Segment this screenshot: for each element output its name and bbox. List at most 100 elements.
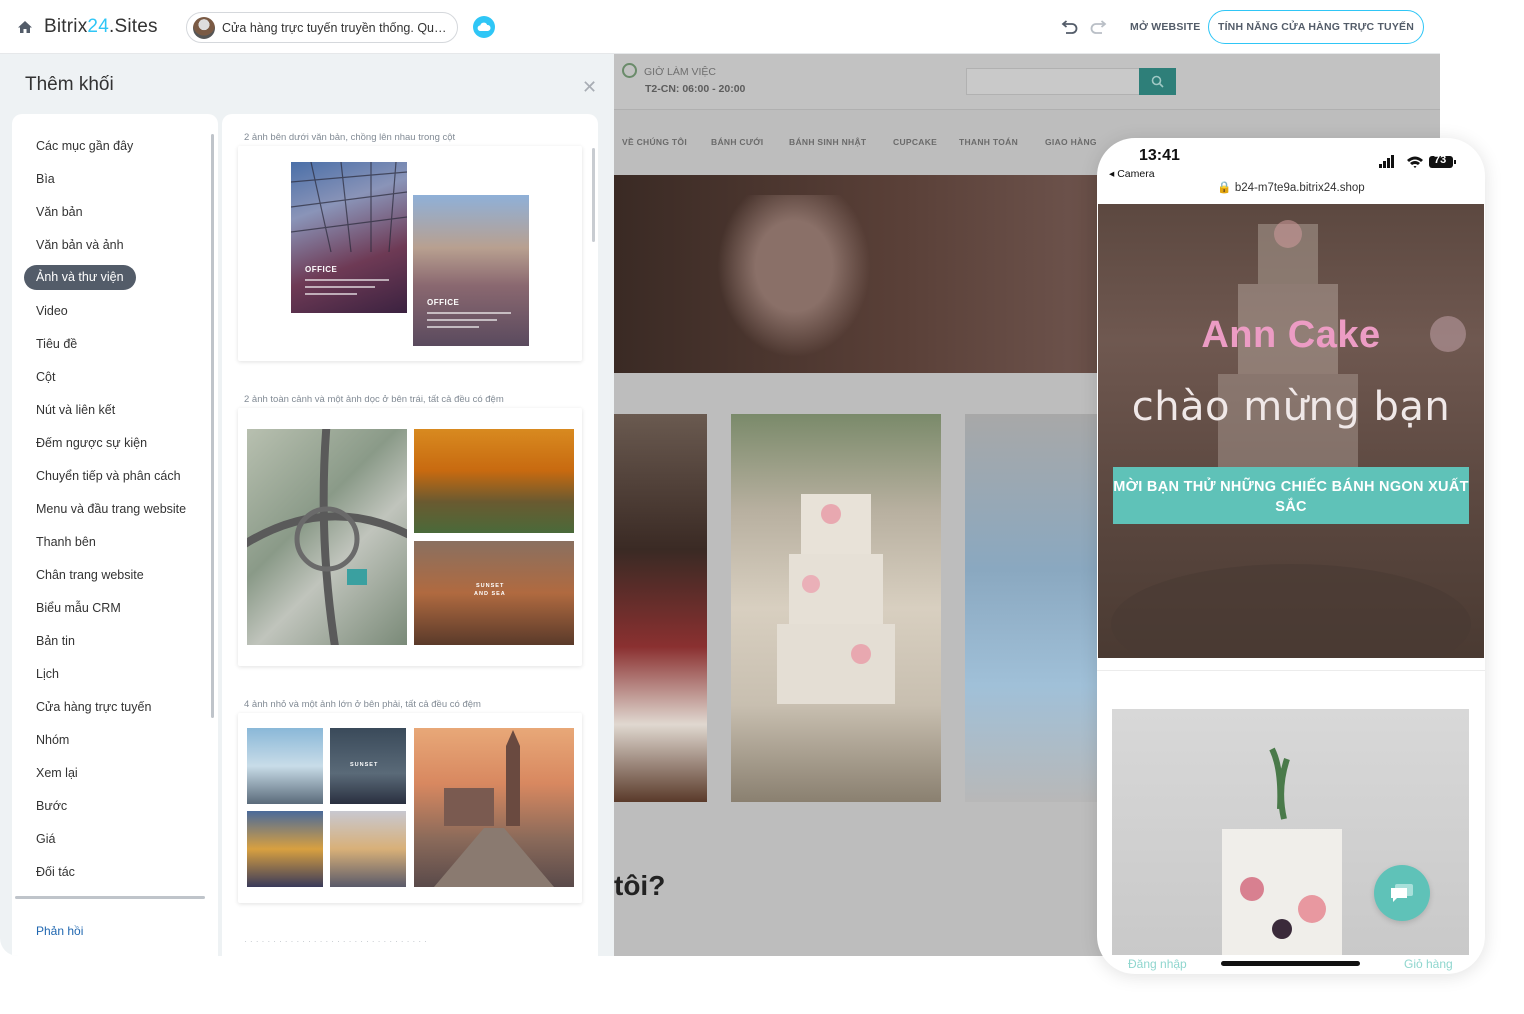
site-name: Cửa hàng trực tuyến truyền thống. Quả...	[222, 20, 450, 35]
block-image	[247, 429, 407, 645]
search-icon[interactable]	[1139, 68, 1176, 95]
phone-url-bar[interactable]: 🔒 b24-m7te9a.bitrix24.shop	[1097, 180, 1485, 194]
preview-nav-item[interactable]: BÁNH CƯỚI	[711, 137, 763, 147]
preview-nav-item[interactable]: THANH TOÁN	[959, 137, 1018, 147]
brand-prefix: Bitrix	[44, 16, 88, 37]
category-item[interactable]: Cửa hàng trực tuyến	[36, 700, 151, 714]
open-website-link[interactable]: MỞ WEBSITE	[1130, 21, 1200, 33]
redo-icon[interactable]	[1090, 18, 1110, 38]
feedback-link[interactable]: Phản hồi	[36, 924, 83, 938]
category-item[interactable]: Nhóm	[36, 733, 69, 747]
preview-nav-item[interactable]: BÁNH SINH NHẬT	[789, 137, 866, 147]
phone-brand-title: Ann Cake	[1201, 314, 1381, 356]
home-icon[interactable]	[16, 18, 34, 36]
caption-line	[427, 319, 497, 321]
block-list: 2 ảnh bên dưới văn bản, chồng lên nhau t…	[222, 114, 598, 956]
preview-header: GIỜ LÀM VIỆC T2-CN: 06:00 - 20:00	[614, 54, 1440, 109]
block-image-caption: OFFICE	[427, 298, 460, 307]
block-label-cut: · · · · · · · · · · · · · · · · · · · · …	[244, 936, 428, 947]
chat-icon[interactable]	[1374, 865, 1430, 921]
category-item[interactable]: Video	[36, 304, 68, 318]
category-scrollbar[interactable]	[211, 134, 214, 718]
phone-back-link[interactable]: ◂ Camera	[1109, 168, 1155, 180]
category-item[interactable]: Lịch	[36, 667, 59, 681]
caption-line	[305, 293, 357, 295]
block-label: 4 ảnh nhỏ và một ảnh lớn ở bên phải, tất…	[244, 699, 481, 710]
category-item[interactable]: Bìa	[36, 172, 55, 186]
category-item[interactable]: Đếm ngược sự kiện	[36, 436, 147, 450]
app-brand: Bitrix24.Sites	[44, 16, 158, 38]
category-item[interactable]: Bản tin	[36, 634, 75, 648]
caption-line	[427, 312, 511, 314]
category-item[interactable]: Giá	[36, 832, 55, 846]
category-item[interactable]: Bước	[36, 799, 67, 813]
category-item[interactable]: Nút và liên kết	[36, 403, 115, 417]
category-item[interactable]: Đối tác	[36, 865, 75, 879]
block-image-caption: SUNSET	[476, 583, 505, 589]
category-item[interactable]: Tiêu đề	[36, 337, 77, 351]
block-scrollbar[interactable]	[592, 148, 595, 242]
phone-cta-button[interactable]: MỜI BẠN THỬ NHỮNG CHIẾC BÁNH NGON XUẤT S…	[1113, 467, 1469, 524]
block-image	[330, 811, 406, 887]
category-item-active[interactable]: Ảnh và thư viện	[24, 265, 136, 290]
block-label: 2 ảnh toàn cảnh và một ảnh dọc ở bên trá…	[244, 394, 504, 405]
top-bar: Bitrix24.Sites Cửa hàng trực tuyến truyề…	[0, 0, 1440, 54]
wifi-icon	[1407, 156, 1423, 168]
category-item[interactable]: Văn bản	[36, 205, 83, 219]
category-item[interactable]: Biểu mẫu CRM	[36, 601, 121, 615]
hours-value: T2-CN: 06:00 - 20:00	[645, 83, 746, 95]
tower-graphic	[434, 730, 554, 887]
signal-icon	[1379, 155, 1394, 168]
block-card[interactable]: OFFICE OFFICE	[238, 146, 582, 361]
category-list: Các mục gần đây Bìa Văn bản Văn bản và ả…	[12, 114, 218, 956]
brand-suffix: .Sites	[108, 16, 158, 37]
close-icon[interactable]: ✕	[582, 77, 597, 98]
block-image-caption: AND SEA	[474, 591, 506, 597]
site-selector[interactable]: Cửa hàng trực tuyến truyền thống. Quả...	[186, 12, 458, 43]
block-image	[414, 728, 574, 887]
white-cake-graphic	[1222, 747, 1342, 955]
preview-nav-item[interactable]: VỀ CHÚNG TÔI	[622, 137, 687, 147]
category-item[interactable]: Thanh bên	[36, 535, 96, 549]
category-item[interactable]: Cột	[36, 370, 55, 384]
product-image[interactable]	[965, 414, 1105, 802]
category-item[interactable]: Menu và đầu trang website	[36, 502, 186, 516]
wedding-cake-graphic	[777, 494, 895, 704]
category-item[interactable]: Xem lại	[36, 766, 78, 780]
block-card[interactable]: SUNSET AND SEA	[238, 408, 582, 666]
caption-line	[427, 326, 479, 328]
category-item[interactable]: Các mục gần đây	[36, 139, 133, 153]
undo-icon[interactable]	[1058, 18, 1078, 38]
product-image[interactable]	[731, 414, 941, 802]
block-card[interactable]: SUNSET	[238, 713, 582, 903]
phone-cake-image	[1112, 709, 1469, 955]
block-image-caption: OFFICE	[305, 265, 338, 274]
phone-cart-link[interactable]: Giỏ hàng	[1404, 957, 1453, 971]
phone-welcome-text: chào mừng bạn	[1131, 384, 1451, 430]
brand-number: 24	[87, 16, 109, 37]
preview-search-input[interactable]	[966, 68, 1140, 95]
caption-line	[305, 286, 375, 288]
phone-mockup: 13:41 ◂ Camera 73 🔒 b24-m7te9a.bitrix24.…	[1097, 138, 1485, 974]
preview-heading: tôi?	[614, 870, 666, 901]
preview-nav-item[interactable]: CUPCAKE	[893, 137, 937, 147]
preview-nav-item[interactable]: GIAO HÀNG	[1045, 137, 1097, 147]
block-image: SUNSET	[330, 728, 406, 804]
category-item[interactable]: Chân trang website	[36, 568, 144, 582]
phone-url: b24-m7te9a.bitrix24.shop	[1234, 182, 1365, 194]
store-features-button[interactable]: TÍNH NĂNG CỬA HÀNG TRỰC TUYẾN	[1208, 10, 1424, 44]
phone-login-link[interactable]: Đăng nhập	[1128, 957, 1187, 971]
hero-cake-graphic	[704, 195, 884, 373]
phone-hero: Ann Cake chào mừng bạn MỜI BẠN THỬ NHỮNG…	[1098, 204, 1484, 658]
product-image[interactable]	[614, 414, 707, 802]
category-item[interactable]: Văn bản và ảnh	[36, 238, 124, 252]
add-block-panel: Thêm khối ✕ Các mục gần đây Bìa Văn bản …	[0, 54, 614, 956]
caption-line	[305, 279, 389, 281]
skylight-graphic	[291, 162, 407, 253]
block-image	[247, 811, 323, 887]
aerial-road-graphic	[247, 429, 407, 645]
block-image-caption: SUNSET	[350, 762, 379, 768]
cloud-icon[interactable]	[473, 16, 495, 38]
block-image: OFFICE	[413, 195, 529, 346]
category-item[interactable]: Chuyển tiếp và phân cách	[36, 469, 181, 483]
